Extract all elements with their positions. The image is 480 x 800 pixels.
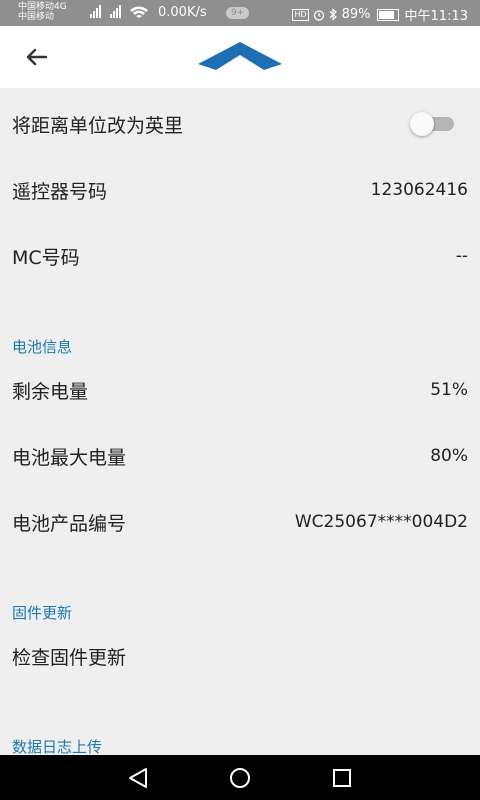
remaining-battery-value: 51%: [430, 380, 468, 400]
remote-number-value: 123062416: [370, 180, 468, 200]
signal-strength-icon: [90, 5, 148, 18]
mc-number-value: --: [455, 246, 468, 266]
remaining-battery-row: 剩余电量 51%: [0, 372, 480, 408]
battery-serial-label: 电池产品编号: [12, 512, 127, 535]
back-arrow-icon[interactable]: [22, 42, 52, 72]
remote-number-row: 遥控器号码 123062416: [0, 172, 480, 208]
battery-serial-row: 电池产品编号 WC25067****004D2: [0, 504, 480, 540]
battery-section-title: 电池信息: [12, 338, 73, 356]
notification-badge: 9+: [226, 7, 250, 19]
battery-icon: [376, 8, 399, 21]
mc-number-row: MC号码 --: [0, 238, 480, 274]
battery-percent: 89%: [341, 7, 371, 22]
hd-icon: HD: [292, 8, 309, 21]
app-header: [0, 26, 480, 88]
nav-recent-icon[interactable]: [312, 755, 372, 800]
clock: 中午11:13: [404, 9, 468, 24]
remaining-battery-label: 剩余电量: [12, 380, 89, 403]
brand-logo-icon: [198, 42, 282, 70]
max-battery-value: 80%: [430, 446, 468, 466]
status-bar: 中国移动4G 中国移动 0.00K/s 9+ HD 89% 中午11:13: [0, 0, 480, 26]
signal-icons: [86, 4, 150, 23]
miles-unit-row: 将距离单位改为英里: [0, 106, 480, 142]
battery-serial-value: WC25067****004D2: [294, 512, 468, 532]
carrier-info: 中国移动4G 中国移动: [18, 2, 67, 22]
check-firmware-row[interactable]: 检查固件更新: [0, 638, 480, 674]
log-section-title: 数据日志上传: [12, 738, 103, 756]
nav-back-icon[interactable]: [108, 755, 168, 800]
status-right: HD 89% 中午11:13: [292, 5, 468, 24]
alarm-icon: [313, 9, 324, 21]
mc-number-label: MC号码: [12, 246, 80, 269]
max-battery-row: 电池最大电量 80%: [0, 438, 480, 474]
max-battery-label: 电池最大电量: [12, 446, 127, 469]
carrier-2: 中国移动: [18, 12, 55, 22]
toggle-knob: [410, 112, 434, 136]
carrier-1: 中国移动4G: [18, 2, 67, 12]
system-nav-bar: [0, 755, 480, 800]
nav-home-icon[interactable]: [210, 755, 270, 800]
miles-unit-toggle[interactable]: [410, 112, 454, 136]
network-speed: 0.00K/s: [158, 5, 207, 20]
check-firmware-label[interactable]: 检查固件更新: [12, 643, 126, 670]
firmware-section-title: 固件更新: [12, 604, 73, 622]
miles-unit-label: 将距离单位改为英里: [12, 114, 184, 137]
bluetooth-icon: [329, 8, 337, 21]
remote-number-label: 遥控器号码: [12, 180, 108, 203]
